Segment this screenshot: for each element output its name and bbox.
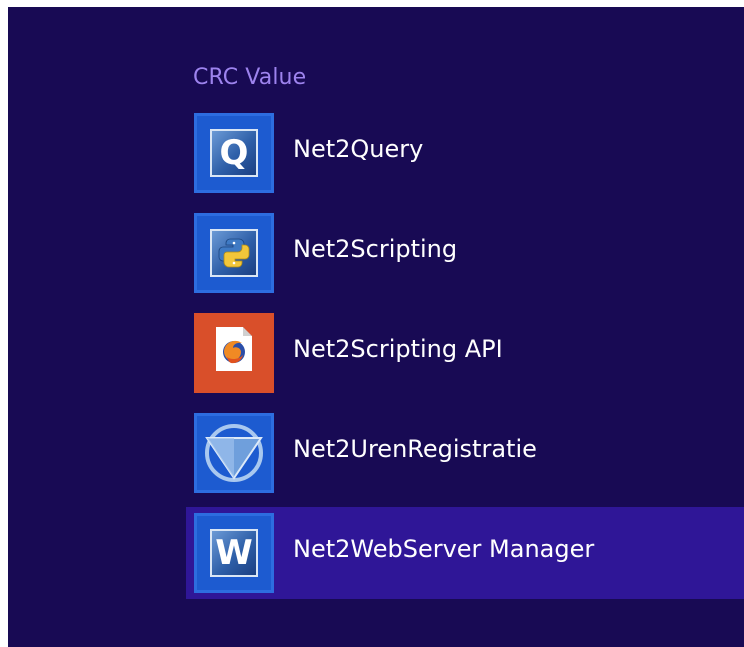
triangle-circle-icon (194, 413, 274, 493)
app-label: Net2Scripting API (293, 335, 503, 363)
app-item-net2scripting[interactable]: Net2Scripting (186, 207, 744, 299)
start-screen-panel: CRC Value Q Net2Query Net2Scripting Net2… (8, 7, 744, 647)
app-label: Net2UrenRegistratie (293, 435, 537, 463)
query-q-icon: Q (194, 113, 274, 193)
app-list: Q Net2Query Net2Scripting Net2Scripting … (8, 7, 744, 647)
python-icon (194, 213, 274, 293)
app-item-net2scripting-api[interactable]: Net2Scripting API (186, 307, 744, 399)
app-label: Net2Scripting (293, 235, 458, 263)
firefox-document-icon (194, 313, 274, 393)
app-item-net2webserver-manager[interactable]: W Net2WebServer Manager (186, 507, 744, 599)
app-item-net2urenregistratie[interactable]: Net2UrenRegistratie (186, 407, 744, 499)
app-label: Net2WebServer Manager (293, 535, 595, 563)
app-label: Net2Query (293, 135, 424, 163)
word-w-icon: W (194, 513, 274, 593)
app-item-net2query[interactable]: Q Net2Query (186, 107, 744, 199)
